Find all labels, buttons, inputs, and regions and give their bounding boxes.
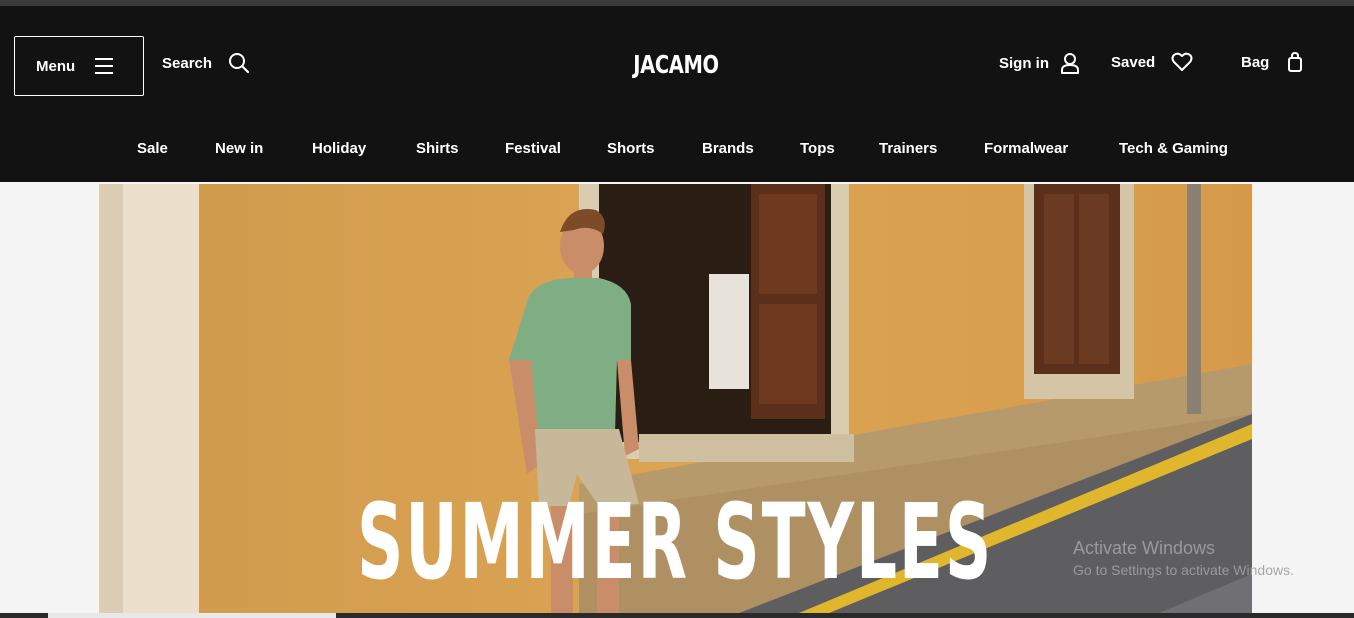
hero-headline: SUMMER STYLES: [357, 481, 994, 603]
nav-item-trainers[interactable]: Trainers: [879, 140, 937, 157]
user-icon: [1061, 53, 1079, 74]
site-header: Menu Search JACAMO Sign in Saved Bag Sal…: [0, 6, 1354, 182]
nav-item-new-in[interactable]: New in: [215, 140, 263, 157]
menu-label: Menu: [36, 57, 76, 75]
category-nav: Sale New in Holiday Shirts Festival Shor…: [0, 140, 1354, 166]
hamburger-icon: [95, 58, 114, 74]
search-label: Search: [162, 54, 213, 72]
nav-item-tops[interactable]: Tops: [800, 140, 835, 157]
search-button[interactable]: Search: [162, 52, 250, 74]
bag-icon: [1288, 52, 1303, 72]
heart-icon: [1171, 52, 1193, 71]
nav-item-formalwear[interactable]: Formalwear: [984, 140, 1068, 157]
nav-item-holiday[interactable]: Holiday: [312, 140, 366, 157]
site-logo[interactable]: JACAMO: [632, 50, 719, 79]
saved-link[interactable]: Saved: [1111, 52, 1193, 72]
nav-item-shorts[interactable]: Shorts: [607, 140, 655, 157]
windows-watermark-subtitle: Go to Settings to activate Windows.: [1073, 562, 1294, 578]
nav-item-sale[interactable]: Sale: [137, 140, 168, 157]
bag-link[interactable]: Bag: [1241, 52, 1303, 72]
saved-label: Saved: [1111, 53, 1156, 71]
nav-item-tech-gaming[interactable]: Tech & Gaming: [1119, 140, 1228, 157]
menu-button[interactable]: Menu: [14, 36, 144, 96]
sign-in-label: Sign in: [999, 54, 1049, 72]
search-icon: [229, 53, 250, 74]
bottom-strip: [0, 613, 1354, 618]
windows-watermark-title: Activate Windows: [1073, 538, 1216, 558]
nav-item-brands[interactable]: Brands: [702, 140, 754, 157]
bag-label: Bag: [1241, 53, 1270, 71]
sign-in-link[interactable]: Sign in: [999, 52, 1081, 74]
nav-item-festival[interactable]: Festival: [505, 140, 561, 157]
nav-item-shirts[interactable]: Shirts: [416, 140, 459, 157]
